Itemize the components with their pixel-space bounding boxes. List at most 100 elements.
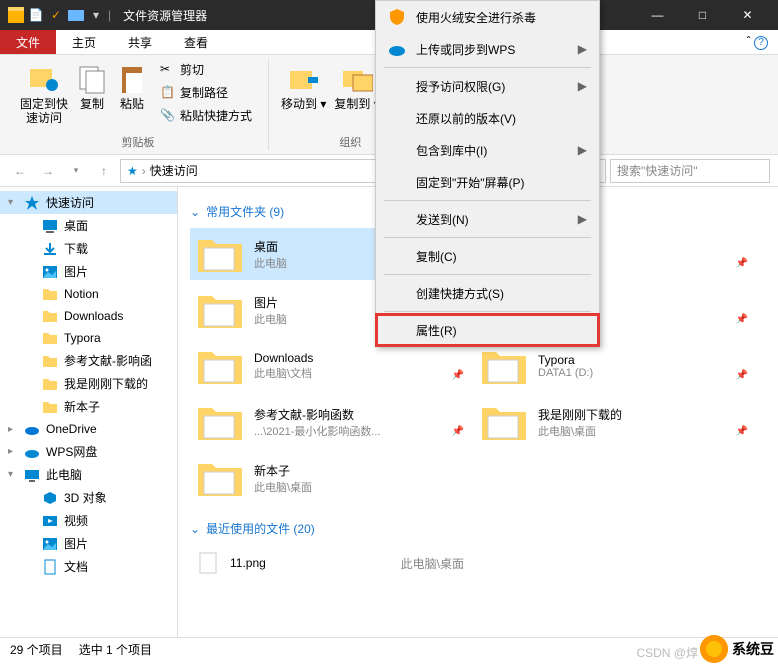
expand-icon[interactable]: ▸ [8,424,18,435]
sidebar-item-Notion[interactable]: Notion [0,283,177,305]
copy-button[interactable]: 复制 [72,59,112,130]
sidebar-item-label: Downloads [64,309,123,323]
pin-icon: 📌 [452,426,464,437]
qat-save-icon[interactable]: 📄 [28,7,44,23]
sidebar-item-新本子[interactable]: 新本子 [0,395,177,418]
sidebar-item-Typora[interactable]: Typora [0,327,177,349]
sidebar-item-label: 视频 [64,512,88,529]
up-button[interactable]: ↑ [92,159,116,183]
app-icon [8,7,24,23]
folder-name: 我是刚刚下载的 [538,406,622,423]
folder-name: 图片 [254,294,287,311]
menu-item-label: 包含到库中(I) [416,142,568,159]
qat-check-icon[interactable]: ✓ [48,7,64,23]
folder-path: ...\2021-最小化影响函数... [254,423,381,439]
folder-name: 桌面 [254,238,287,255]
blank-icon [388,284,406,302]
sidebar-item-文档[interactable]: 文档 [0,555,177,578]
folder-icon [42,353,58,369]
menu-item-label: 创建快捷方式(S) [416,285,587,302]
qat-folder-icon[interactable] [68,7,84,23]
expand-icon[interactable]: ▾ [8,197,18,208]
back-button[interactable]: ← [8,159,32,183]
sidebar-item-label: 此电脑 [46,466,82,483]
sidebar-item-label: 我是刚刚下载的 [64,375,148,392]
sidebar-item-我是刚刚下载的[interactable]: 我是刚刚下载的 [0,372,177,395]
move-icon [288,63,320,95]
pin-icon [28,63,60,95]
sidebar-item-图片[interactable]: 图片 [0,260,177,283]
sidebar-item-label: Typora [64,331,101,345]
sidebar-item-参考文献-影响函[interactable]: 参考文献-影响函 [0,349,177,372]
tab-share[interactable]: 共享 [112,30,168,54]
close-button[interactable]: ✕ [725,0,770,30]
sidebar-item-label: 下载 [64,240,88,257]
pin-icon: 📌 [452,370,464,381]
folder-item[interactable]: 参考文献-影响函数 ...\2021-最小化影响函数... 📌 [190,396,470,448]
minimize-button[interactable]: — [635,0,680,30]
sidebar-item-下载[interactable]: 下载 [0,237,177,260]
pin-icon: 📌 [736,370,748,381]
folder-icon [42,286,58,302]
folder-item[interactable]: Downloads 此电脑\文档 📌 [190,340,470,392]
sidebar-item-图片[interactable]: 图片 [0,532,177,555]
tab-view[interactable]: 查看 [168,30,224,54]
folder-item[interactable]: Typora DATA1 (D:) 📌 [474,340,754,392]
recent-dropdown[interactable]: ▾ [64,159,88,183]
recent-files-header[interactable]: ⌄ 最近使用的文件 (20) [190,520,766,537]
expand-icon[interactable]: ▸ [8,446,18,457]
pin-quick-access-button[interactable]: 固定到快 速访问 [16,59,72,130]
paste-shortcut-button[interactable]: 📎粘贴快捷方式 [156,105,256,126]
folder-path: 此电脑 [254,311,287,327]
qat-dropdown-icon[interactable]: ▾ [88,7,104,23]
sidebar-item-label: 3D 对象 [64,489,107,506]
folder-item[interactable]: 新本子 此电脑\桌面 [190,452,470,504]
pictures-icon [42,264,58,280]
organize-group-label: 组织 [339,134,361,150]
sidebar-item-桌面[interactable]: 桌面 [0,214,177,237]
pc-icon [24,467,40,483]
sidebar-item-Downloads[interactable]: Downloads [0,305,177,327]
ribbon-collapse-button[interactable]: ˆ ? [737,30,778,54]
corner-logo: 系统豆 [700,635,774,663]
menu-item-还原以前的版本(V)[interactable]: 还原以前的版本(V) [376,102,599,134]
sidebar-item-此电脑[interactable]: ▾ 此电脑 [0,463,177,486]
menu-separator [384,311,591,312]
menu-item-发送到(N)[interactable]: 发送到(N) ▶ [376,203,599,235]
folder-item[interactable]: 我是刚刚下载的 此电脑\桌面 📌 [474,396,754,448]
menu-item-包含到库中(I)[interactable]: 包含到库中(I) ▶ [376,134,599,166]
star-icon [24,195,40,211]
menu-item-固定到"开始"屏幕(P)[interactable]: 固定到"开始"屏幕(P) [376,166,599,198]
forward-button[interactable]: → [36,159,60,183]
sidebar-item-3D 对象[interactable]: 3D 对象 [0,486,177,509]
menu-item-上传或同步到WPS[interactable]: 上传或同步到WPS ▶ [376,33,599,65]
menu-item-复制(C)[interactable]: 复制(C) [376,240,599,272]
sidebar-item-视频[interactable]: 视频 [0,509,177,532]
sidebar-item-WPS网盘[interactable]: ▸ WPS网盘 [0,440,177,463]
recent-file-item[interactable]: 11.png 此电脑\桌面 [190,545,470,581]
menu-item-授予访问权限(G)[interactable]: 授予访问权限(G) ▶ [376,70,599,102]
maximize-button[interactable]: □ [680,0,725,30]
paste-button[interactable]: 粘贴 [112,59,152,130]
menu-item-属性(R)[interactable]: 属性(R) [376,314,599,346]
menu-item-使用火绒安全进行杀毒[interactable]: 使用火绒安全进行杀毒 [376,1,599,33]
sidebar-item-label: WPS网盘 [46,443,97,460]
sidebar-item-OneDrive[interactable]: ▸OneDrive [0,418,177,440]
folder-name: 新本子 [254,462,312,479]
copy-path-button[interactable]: 📋复制路径 [156,82,256,103]
tab-file[interactable]: 文件 [0,30,56,54]
expand-icon[interactable]: ▾ [8,469,18,480]
cut-button[interactable]: ✂剪切 [156,59,256,80]
move-to-button[interactable]: 移动到 ▾ [277,59,330,115]
tab-home[interactable]: 主页 [56,30,112,54]
search-input[interactable]: 搜索"快速访问" [610,159,770,183]
chevron-down-icon: ⌄ [190,205,200,219]
context-menu: 使用火绒安全进行杀毒 上传或同步到WPS ▶ 授予访问权限(G) ▶ 还原以前的… [375,0,600,347]
sidebar-item-快速访问[interactable]: ▾快速访问 [0,191,177,214]
folder-name: 参考文献-影响函数 [254,406,381,423]
menu-item-创建快捷方式(S)[interactable]: 创建快捷方式(S) [376,277,599,309]
copy-icon [76,63,108,95]
pictures-icon [42,536,58,552]
folder-icon [196,346,244,386]
video-icon [42,513,58,529]
